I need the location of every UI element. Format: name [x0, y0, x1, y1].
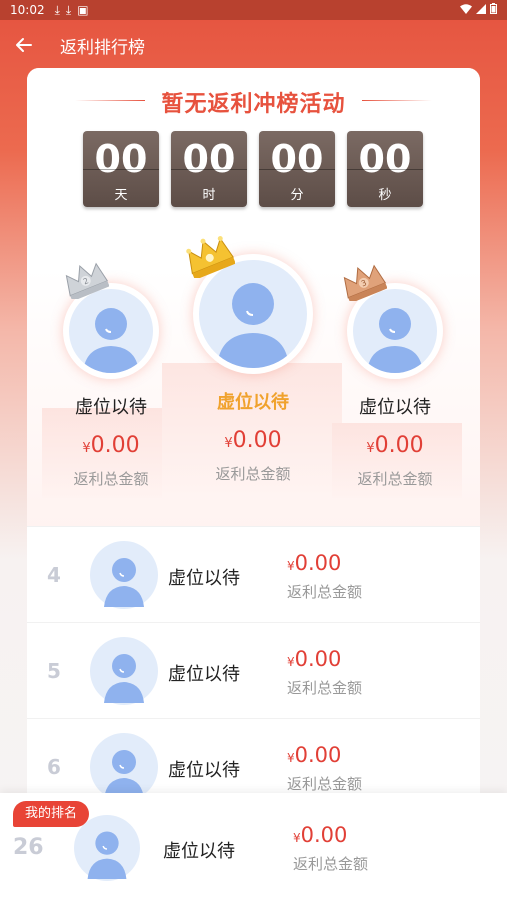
my-amount: ¥0.00: [293, 823, 347, 847]
row-name: 虚位以待: [168, 760, 240, 781]
signal-icon: [476, 3, 486, 17]
battery-icon: [490, 3, 497, 17]
amount-value: 0.00: [294, 647, 342, 671]
my-name: 虚位以待: [163, 841, 235, 862]
arrow-left-icon[interactable]: [12, 33, 36, 57]
notification-icon: ▣: [77, 3, 89, 17]
row-name: 虚位以待: [168, 568, 240, 589]
currency-symbol: ¥: [287, 559, 295, 573]
currency-symbol: ¥: [287, 655, 295, 669]
amount-value: 0.00: [232, 428, 282, 453]
row-amount: ¥0.00: [287, 551, 341, 575]
top-label: 返利总金额: [73, 470, 149, 488]
amount-value: 0.00: [90, 433, 140, 458]
top-entry-first[interactable]: 虚位以待 ¥0.00 返利总金额: [183, 236, 323, 484]
silver-crown-icon: 2: [61, 259, 110, 303]
countdown-days: 00 天: [83, 131, 159, 207]
currency-symbol: ¥: [287, 751, 295, 765]
top-entry-second[interactable]: 2 虚位以待 ¥0.00 返利总金额: [41, 262, 181, 489]
amount-value: 0.00: [300, 823, 348, 847]
row-label: 返利总金额: [287, 679, 363, 697]
top-entry-third[interactable]: 3 虚位以待 ¥0.00 返利总金额: [325, 264, 465, 489]
download-icon: ⤓: [65, 2, 72, 17]
status-time: 10:02: [10, 3, 45, 17]
currency-symbol: ¥: [82, 441, 91, 456]
avatar: [74, 815, 140, 885]
list-item[interactable]: 5 虚位以待 ¥0.00 返利总金额: [27, 622, 480, 718]
row-amount: ¥0.00: [287, 647, 341, 671]
list-item[interactable]: 4 虚位以待 ¥0.00 返利总金额: [27, 526, 480, 622]
amount-value: 0.00: [294, 551, 342, 575]
amount-value: 0.00: [294, 743, 342, 767]
banner-title: 暂无返利冲榜活动: [161, 92, 346, 117]
countdown-seconds: 00 秒: [347, 131, 423, 207]
row-name: 虚位以待: [168, 664, 240, 685]
top-amount: ¥0.00: [41, 433, 181, 458]
countdown-unit: 时: [202, 188, 216, 203]
banner-divider-right: [362, 100, 432, 101]
rank-number: 4: [47, 563, 61, 587]
currency-symbol: ¥: [366, 441, 375, 456]
rank-number: 6: [47, 755, 61, 779]
countdown-value: 00: [182, 137, 236, 181]
my-rank-bar[interactable]: 我的排名 26 虚位以待 ¥0.00 返利总金额: [0, 793, 507, 901]
top-name: 虚位以待: [217, 392, 289, 413]
countdown-unit: 分: [290, 188, 304, 203]
countdown-hours: 00 时: [171, 131, 247, 207]
my-label: 返利总金额: [293, 855, 369, 873]
top-amount: ¥0.00: [325, 433, 465, 458]
my-rank-number: 26: [13, 835, 44, 860]
top-label: 返利总金额: [215, 465, 291, 483]
page-title: 返利排行榜: [60, 37, 145, 58]
ranking-card: 暂无返利冲榜活动 00 天 00 时 00 分 00 秒 2 虚位以待 ¥0.0…: [27, 68, 480, 828]
countdown-value: 00: [94, 137, 148, 181]
rank-number: 5: [47, 659, 61, 683]
countdown-value: 00: [358, 137, 412, 181]
status-bar: 10:02 ⤓ ⤓ ▣: [0, 0, 507, 20]
countdown-unit: 秒: [378, 188, 392, 203]
countdown-value: 00: [270, 137, 324, 181]
avatar: [90, 637, 158, 709]
wifi-icon: [460, 3, 472, 17]
countdown-minutes: 00 分: [259, 131, 335, 207]
countdown-unit: 天: [114, 188, 128, 203]
top-name: 虚位以待: [75, 397, 147, 418]
top-name: 虚位以待: [359, 397, 431, 418]
gold-crown-icon: [183, 234, 236, 282]
top-amount: ¥0.00: [183, 428, 323, 453]
countdown: 00 天 00 时 00 分 00 秒: [83, 131, 423, 207]
row-label: 返利总金额: [287, 583, 363, 601]
avatar: [90, 541, 158, 613]
currency-symbol: ¥: [224, 436, 233, 451]
bronze-crown-icon: 3: [339, 261, 388, 305]
top-label: 返利总金额: [357, 470, 433, 488]
currency-symbol: ¥: [293, 831, 301, 845]
app-bar: 返利排行榜: [0, 20, 507, 70]
row-amount: ¥0.00: [287, 743, 341, 767]
download-icon: ⤓: [54, 2, 60, 17]
row-label: 返利总金额: [287, 775, 363, 793]
amount-value: 0.00: [374, 433, 424, 458]
